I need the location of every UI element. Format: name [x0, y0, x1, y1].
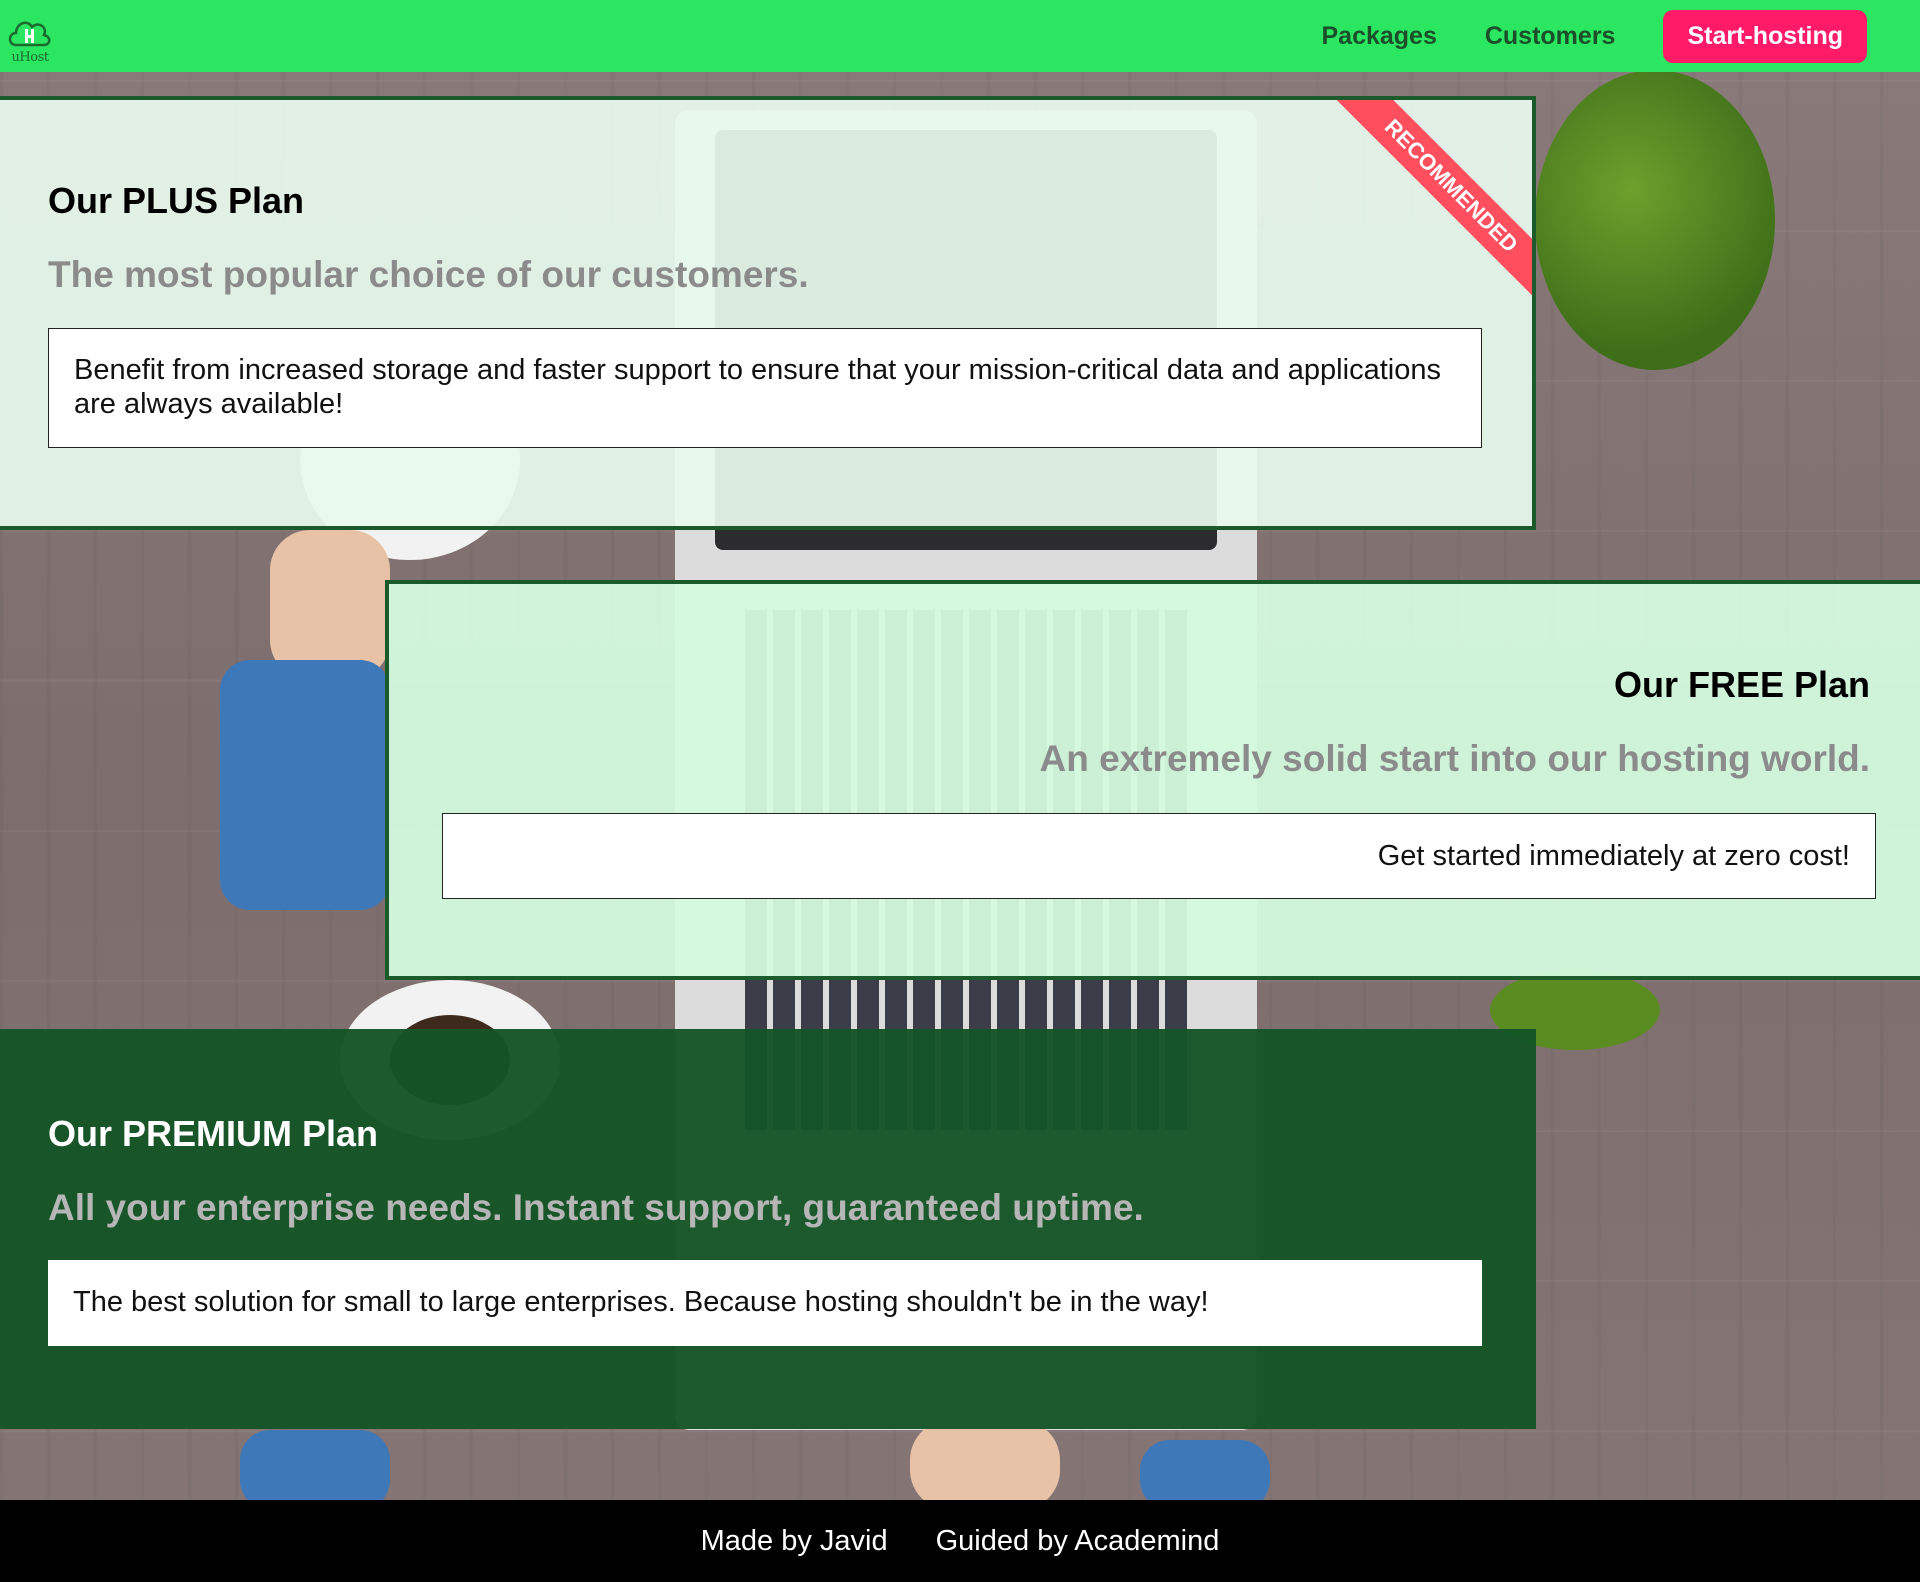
main-footer: Made by Javid Guided by Academind: [0, 1500, 1920, 1582]
plan-card-plus: RECOMMENDED Our PLUS Plan The most popul…: [0, 96, 1536, 530]
nav-link-packages[interactable]: Packages: [1321, 22, 1436, 51]
plan-description: The best solution for small to large ent…: [48, 1260, 1482, 1346]
plan-title: Our PREMIUM Plan: [48, 1113, 379, 1154]
nav-link-customers[interactable]: Customers: [1485, 22, 1616, 51]
plan-card-free: Our FREE Plan An extremely solid start i…: [385, 580, 1920, 980]
hand-image: [910, 1420, 1060, 1510]
recommended-badge: RECOMMENDED: [1320, 100, 1532, 317]
shirt-sleeve-image: [240, 1430, 390, 1510]
plant-image: [1535, 70, 1775, 370]
shirt-sleeve-image: [220, 660, 390, 910]
start-hosting-button[interactable]: Start-hosting: [1663, 9, 1867, 63]
cloud-logo-icon: [8, 21, 51, 47]
brand-logo[interactable]: uHost: [4, 7, 54, 65]
main-nav: Packages Customers Start-hosting: [1273, 9, 1867, 63]
footer-link-guided-by[interactable]: Guided by Academind: [936, 1525, 1220, 1558]
footer-link-made-by[interactable]: Made by Javid: [701, 1525, 888, 1558]
plan-subtitle: An extremely solid start into our hostin…: [1039, 738, 1870, 779]
plan-card-premium: Our PREMIUM Plan All your enterprise nee…: [0, 1029, 1536, 1429]
main-header: uHost Packages Customers Start-hosting: [0, 0, 1920, 72]
plan-title: Our FREE Plan: [1613, 664, 1870, 705]
plan-description: Benefit from increased storage and faste…: [48, 328, 1482, 448]
plan-description: Get started immediately at zero cost!: [442, 813, 1876, 899]
logo-text: uHost: [11, 50, 49, 65]
plan-subtitle: The most popular choice of our customers…: [48, 254, 809, 295]
plan-subtitle: All your enterprise needs. Instant suppo…: [48, 1187, 1144, 1228]
hand-image: [270, 530, 390, 680]
plan-title: Our PLUS Plan: [48, 180, 305, 221]
